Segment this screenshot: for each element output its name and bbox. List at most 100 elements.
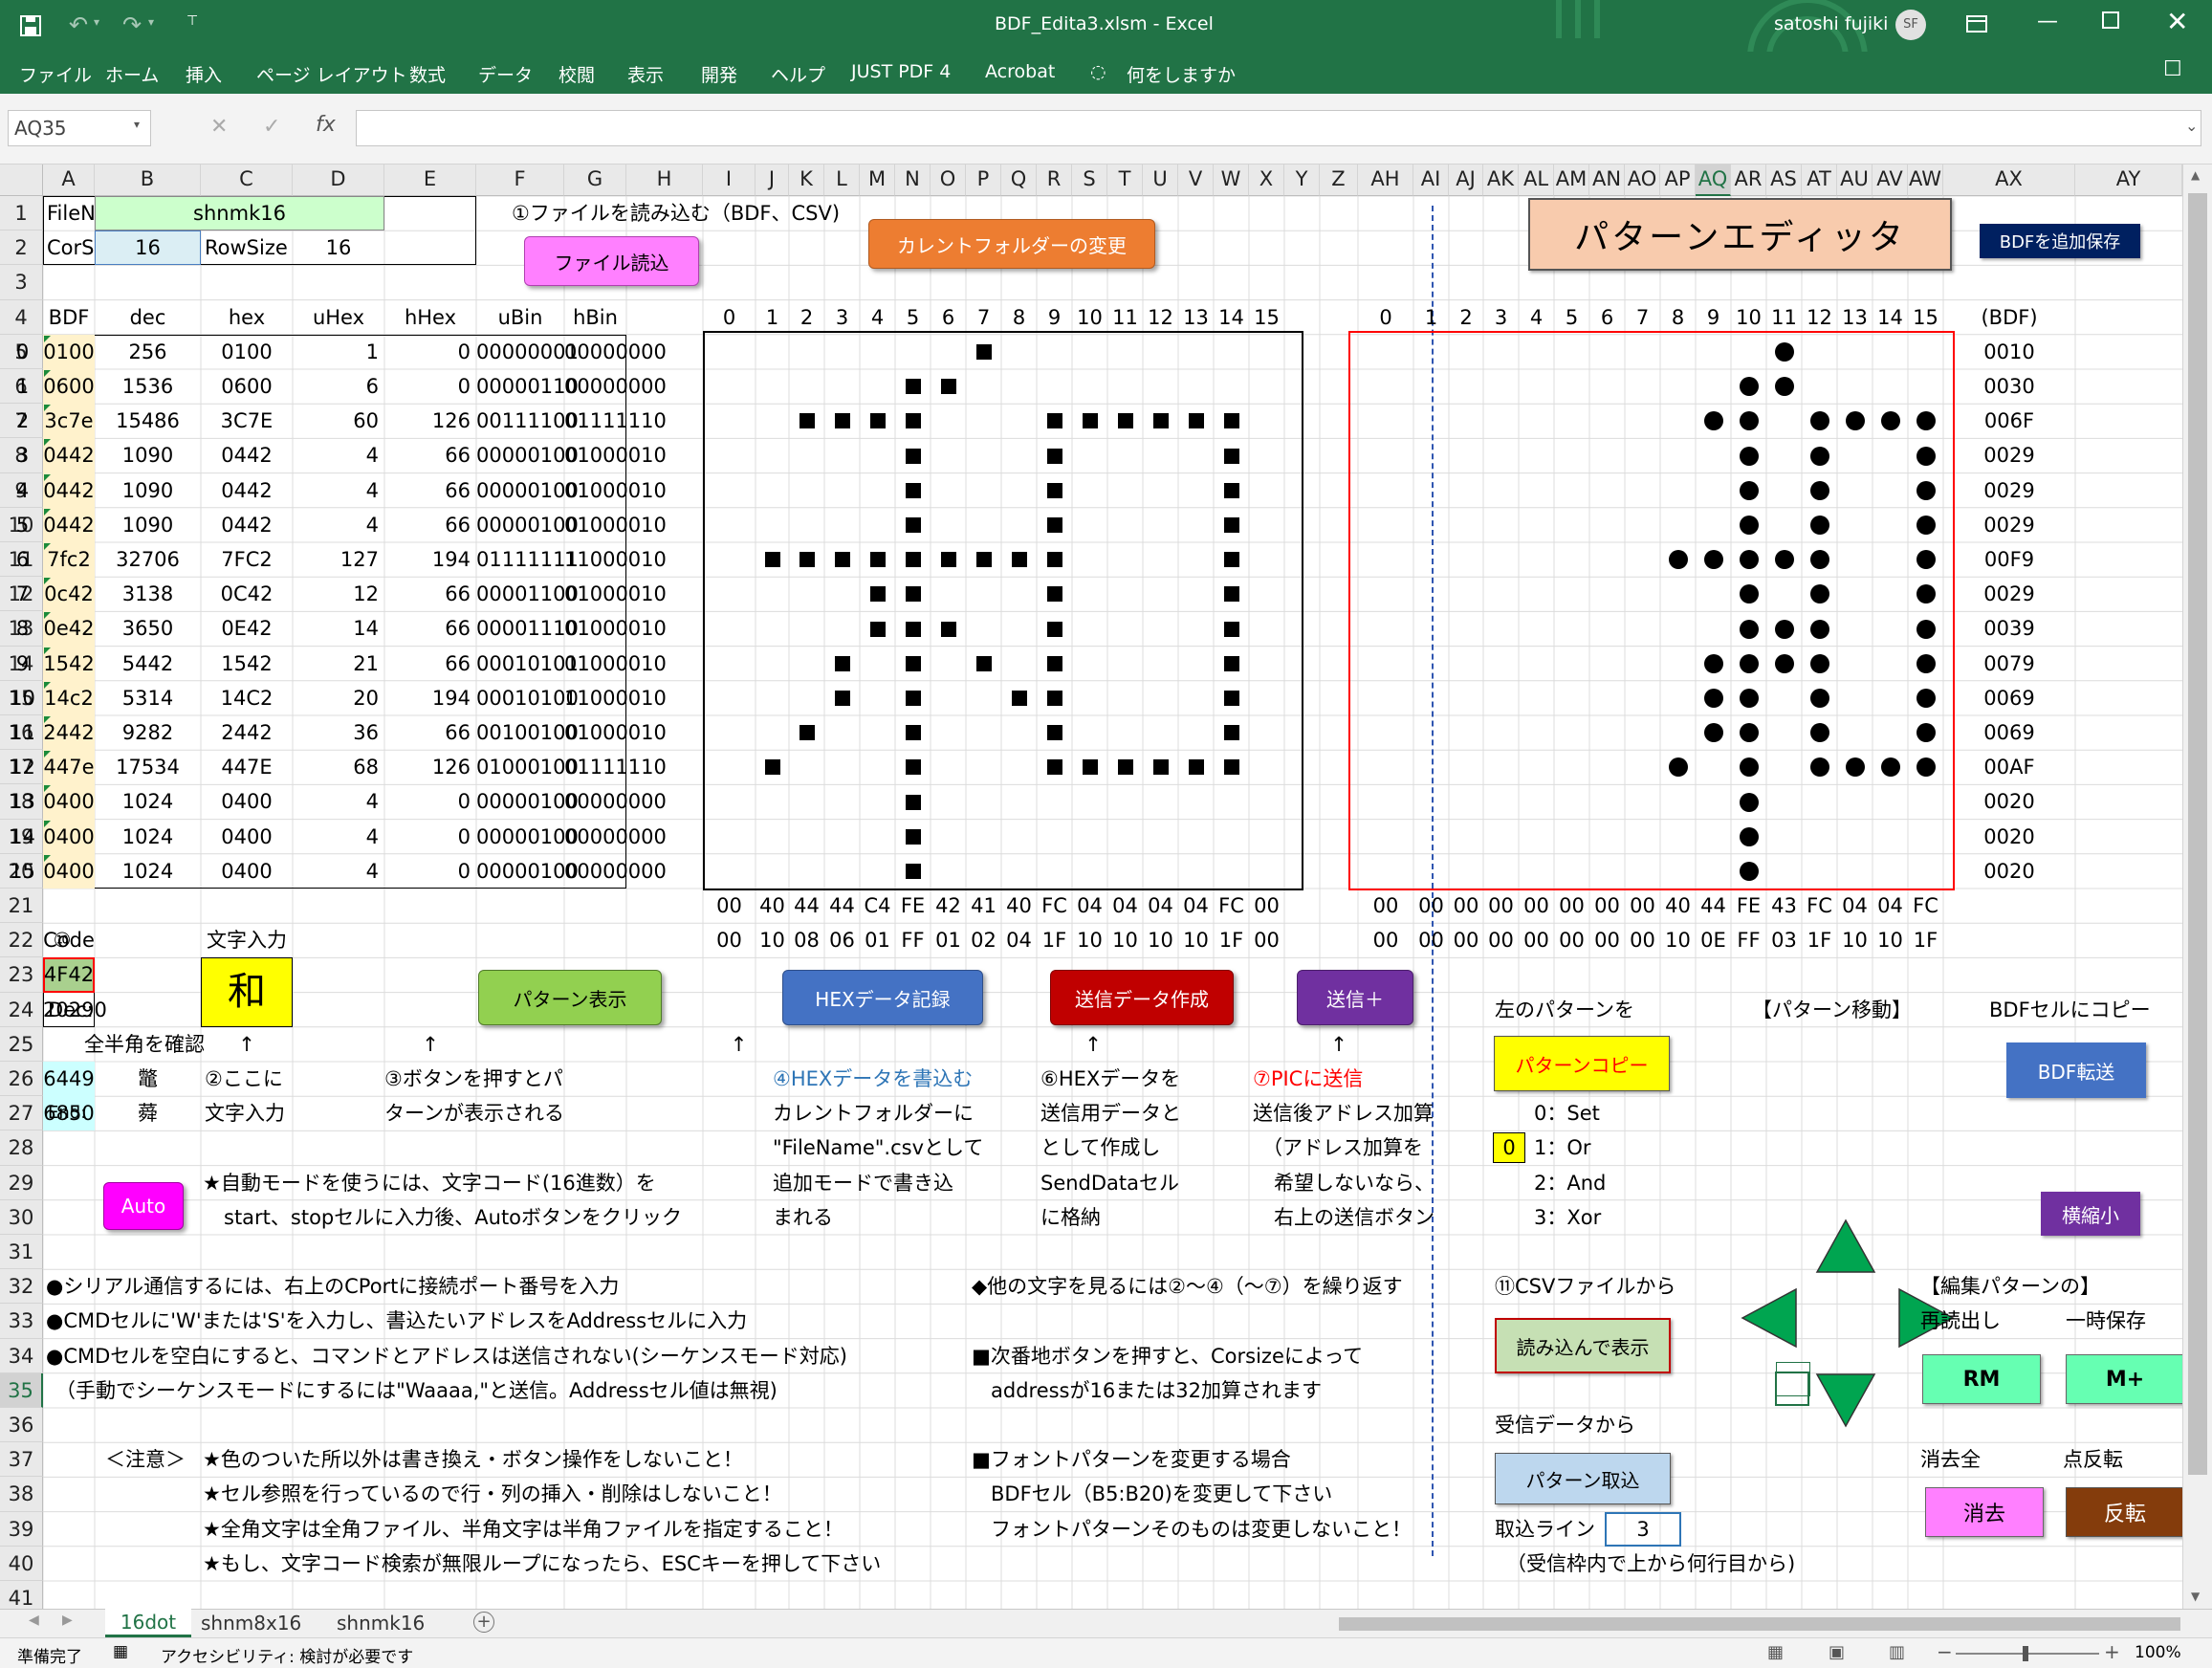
editor-dot[interactable]	[1916, 584, 1936, 604]
row-header-32[interactable]: 32	[0, 1269, 43, 1305]
page-layout-icon[interactable]: ▣	[1829, 1642, 1845, 1662]
editor-dot[interactable]	[1916, 757, 1936, 778]
col-header-AH[interactable]: AH	[1358, 165, 1413, 196]
col-header-W[interactable]: W	[1214, 165, 1249, 196]
editor-dot[interactable]	[1739, 757, 1759, 778]
row-header-29[interactable]: 29	[0, 1165, 43, 1200]
col-header-S[interactable]: S	[1072, 165, 1107, 196]
macro-record-icon[interactable]: ▦	[113, 1642, 128, 1661]
editor-dot[interactable]	[1880, 757, 1900, 778]
char-input-value[interactable]: 和	[201, 973, 293, 1011]
tab-just-pdf[interactable]: JUST PDF 4	[851, 61, 951, 82]
editor-dot[interactable]	[1774, 377, 1794, 397]
end-value[interactable]: 6850	[43, 1096, 95, 1130]
row-header-31[interactable]: 31	[0, 1235, 43, 1270]
enter-icon[interactable]: ✓	[263, 115, 280, 139]
col-header-G[interactable]: G	[564, 165, 626, 196]
editor-dot[interactable]	[1809, 723, 1829, 743]
col-header-AW[interactable]: AW	[1908, 165, 1943, 196]
editor-dot[interactable]	[1739, 688, 1759, 708]
editor-dot[interactable]	[1845, 411, 1865, 431]
maximize-icon[interactable]	[2102, 11, 2119, 29]
editor-dot[interactable]	[1916, 480, 1936, 500]
editor-dot[interactable]	[1916, 653, 1936, 673]
editor-dot[interactable]	[1703, 550, 1723, 570]
mplus-button[interactable]: M+	[2066, 1354, 2182, 1404]
row-header-2[interactable]: 2	[0, 230, 43, 266]
avatar[interactable]: SF	[1895, 10, 1926, 40]
col-header-AT[interactable]: AT	[1802, 165, 1837, 196]
send-plus-button[interactable]: 送信＋	[1297, 970, 1413, 1025]
bdf-transfer-button[interactable]: BDF転送	[2006, 1042, 2146, 1098]
zoom-slider-thumb[interactable]	[2023, 1646, 2028, 1661]
tab-view[interactable]: 表示	[627, 61, 664, 87]
bdf-cell[interactable]: 7fc2	[43, 542, 95, 577]
bdf-cell[interactable]: 0600	[43, 369, 95, 404]
editor-dot[interactable]	[1739, 826, 1759, 846]
hex-code-value[interactable]: 4F42	[43, 957, 95, 992]
rowsize-value[interactable]: 16	[293, 230, 384, 265]
editor-dot[interactable]	[1739, 861, 1759, 881]
arrow-up-icon[interactable]	[1815, 1218, 1882, 1285]
col-header-B[interactable]: B	[95, 165, 201, 196]
user-name[interactable]: satoshi fujiki	[1774, 13, 1888, 34]
sheet-tab-16dot[interactable]: 16dot	[105, 1609, 191, 1637]
customize-qat-icon[interactable]: ⊤	[186, 13, 198, 29]
col-header-R[interactable]: R	[1037, 165, 1072, 196]
col-header-I[interactable]: I	[703, 165, 756, 196]
pattern-show-button[interactable]: パターン表示	[478, 970, 662, 1025]
row-header-4[interactable]: 4	[0, 299, 43, 335]
bdf-cell[interactable]: 0c42	[43, 577, 95, 611]
editor-dot[interactable]	[1880, 411, 1900, 431]
sheet-tab-shnmk16[interactable]: shnmk16	[337, 1612, 425, 1635]
row-header-27[interactable]: 27	[0, 1096, 43, 1131]
editor-dot[interactable]	[1845, 757, 1865, 778]
accessibility-status[interactable]: アクセシビリティ: 検討が必要です	[161, 1643, 413, 1667]
editor-dot[interactable]	[1916, 619, 1936, 639]
change-folder-button[interactable]: カレントフォルダーの変更	[868, 219, 1155, 269]
row-header-38[interactable]: 38	[0, 1477, 43, 1512]
bdf-cell[interactable]: 0100	[43, 335, 95, 369]
bdf-cell[interactable]: 0400	[43, 820, 95, 854]
col-header-AQ[interactable]: AQ	[1696, 165, 1731, 196]
row-header-21[interactable]: 21	[0, 889, 43, 924]
pattern-editor-grid[interactable]	[1348, 330, 1955, 890]
pattern-copy-button[interactable]: パターンコピー	[1494, 1036, 1670, 1091]
editor-dot[interactable]	[1774, 341, 1794, 362]
col-header-A[interactable]: A	[43, 165, 95, 196]
horizontal-scrollbar[interactable]	[1339, 1617, 2180, 1631]
prev-sheet-icon[interactable]: ◀	[29, 1613, 39, 1628]
col-header-Y[interactable]: Y	[1284, 165, 1320, 196]
col-header-M[interactable]: M	[860, 165, 895, 196]
editor-dot[interactable]	[1774, 619, 1794, 639]
tell-me-search[interactable]: 何をしますか	[1127, 61, 1236, 87]
editor-dot[interactable]	[1739, 653, 1759, 673]
editor-dot[interactable]	[1809, 757, 1829, 778]
worksheet-grid[interactable]: A B C D E F G H I J K L M N O P Q R S T U V W X Y Z AH AI AJ AK AL AM AN…	[0, 165, 2182, 1609]
editor-dot[interactable]	[1809, 619, 1829, 639]
filename-value[interactable]: shnmk16	[95, 196, 384, 230]
undo-icon[interactable]: ↶	[69, 11, 88, 38]
col-header-C[interactable]: C	[201, 165, 293, 196]
arrow-down-icon[interactable]	[1815, 1363, 1882, 1430]
tab-acrobat[interactable]: Acrobat	[985, 61, 1055, 82]
pattern-editor-label[interactable]: パターンエディッタ	[1528, 198, 1952, 271]
editor-dot[interactable]	[1916, 550, 1936, 570]
csv-read-button[interactable]: 読み込んで表示	[1495, 1318, 1671, 1373]
editor-dot[interactable]	[1739, 411, 1759, 431]
editor-dot[interactable]	[1809, 688, 1829, 708]
tab-page-layout[interactable]: ページ レイアウト	[256, 61, 407, 87]
row-header-24[interactable]: 24	[0, 992, 43, 1027]
row-header-40[interactable]: 40	[0, 1546, 43, 1581]
file-read-button[interactable]: ファイル読込	[524, 236, 699, 286]
col-header-AX[interactable]: AX	[1943, 165, 2075, 196]
col-header-AJ[interactable]: AJ	[1449, 165, 1483, 196]
editor-dot[interactable]	[1739, 792, 1759, 812]
row-header-1[interactable]: 1	[0, 196, 43, 231]
row-header-26[interactable]: 26	[0, 1062, 43, 1097]
tab-file[interactable]: ファイル	[19, 61, 92, 87]
cancel-icon[interactable]: ✕	[210, 115, 228, 139]
editor-dot[interactable]	[1916, 688, 1936, 708]
mode-value[interactable]: 0	[1493, 1130, 1525, 1165]
col-header-U[interactable]: U	[1143, 165, 1178, 196]
